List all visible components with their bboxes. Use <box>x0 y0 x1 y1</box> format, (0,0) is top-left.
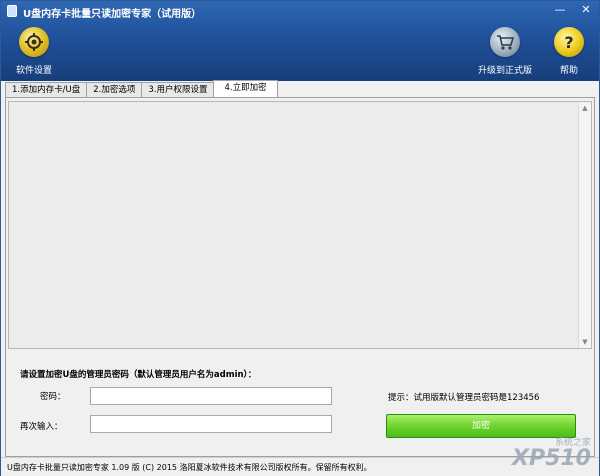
confirm-password-field[interactable] <box>90 415 332 433</box>
confirm-password-label: 再次输入： <box>20 422 63 432</box>
upgrade-button[interactable]: 升级到正式版 <box>475 27 535 76</box>
log-area: ▲ ▼ <box>8 101 592 349</box>
status-bar: U盘内存卡批量只读加密专家 1.09 版 (C) 2015 洛阳夏冰软件技术有限… <box>1 457 599 476</box>
title-bar: U盘内存卡批量只读加密专家（试用版） — ✕ 软件设置 升级到正式版 ? 帮助 <box>1 1 599 81</box>
vertical-scrollbar[interactable]: ▲ ▼ <box>578 102 591 348</box>
cart-icon <box>490 27 520 57</box>
password-label: 密码： <box>40 392 66 402</box>
close-button[interactable]: ✕ <box>579 4 593 15</box>
tab-strip: 1.添加内存卡/U盘 2.加密选项 3.用户权限设置 4.立即加密 <box>5 80 278 98</box>
tab-encrypt-now[interactable]: 4.立即加密 <box>213 80 278 97</box>
tab-encrypt-options[interactable]: 2.加密选项 <box>86 82 143 97</box>
app-icon <box>7 5 17 17</box>
gear-icon <box>19 27 49 57</box>
settings-button[interactable]: 软件设置 <box>9 27 59 76</box>
password-field[interactable] <box>90 387 332 405</box>
scroll-down-icon[interactable]: ▼ <box>579 336 591 348</box>
tab-panel: ▲ ▼ 请设置加密U盘的管理员密码（默认管理员用户名为admin）： 密码： 提… <box>5 97 595 457</box>
help-label: 帮助 <box>559 66 578 76</box>
watermark-big-text: XP510 <box>511 446 591 471</box>
tab-user-permissions[interactable]: 3.用户权限设置 <box>141 82 215 97</box>
help-icon: ? <box>554 27 584 57</box>
settings-label: 软件设置 <box>15 66 52 76</box>
scroll-up-icon[interactable]: ▲ <box>579 102 591 114</box>
help-button[interactable]: ? 帮助 <box>549 27 589 76</box>
hint-text: 提示：试用版默认管理员密码是123456 <box>388 393 540 403</box>
password-heading: 请设置加密U盘的管理员密码（默认管理员用户名为admin）： <box>20 370 257 380</box>
tab-add-card[interactable]: 1.添加内存卡/U盘 <box>5 82 88 97</box>
upgrade-label: 升级到正式版 <box>477 66 532 76</box>
app-window: U盘内存卡批量只读加密专家（试用版） — ✕ 软件设置 升级到正式版 ? 帮助 … <box>0 0 600 476</box>
window-title: U盘内存卡批量只读加密专家（试用版） <box>23 9 202 20</box>
minimize-button[interactable]: — <box>553 4 567 15</box>
watermark-logo: 系统之家 XP510 <box>512 435 591 470</box>
window-controls: — ✕ <box>553 4 593 15</box>
status-text: U盘内存卡批量只读加密专家 1.09 版 (C) 2015 洛阳夏冰软件技术有限… <box>7 463 372 472</box>
